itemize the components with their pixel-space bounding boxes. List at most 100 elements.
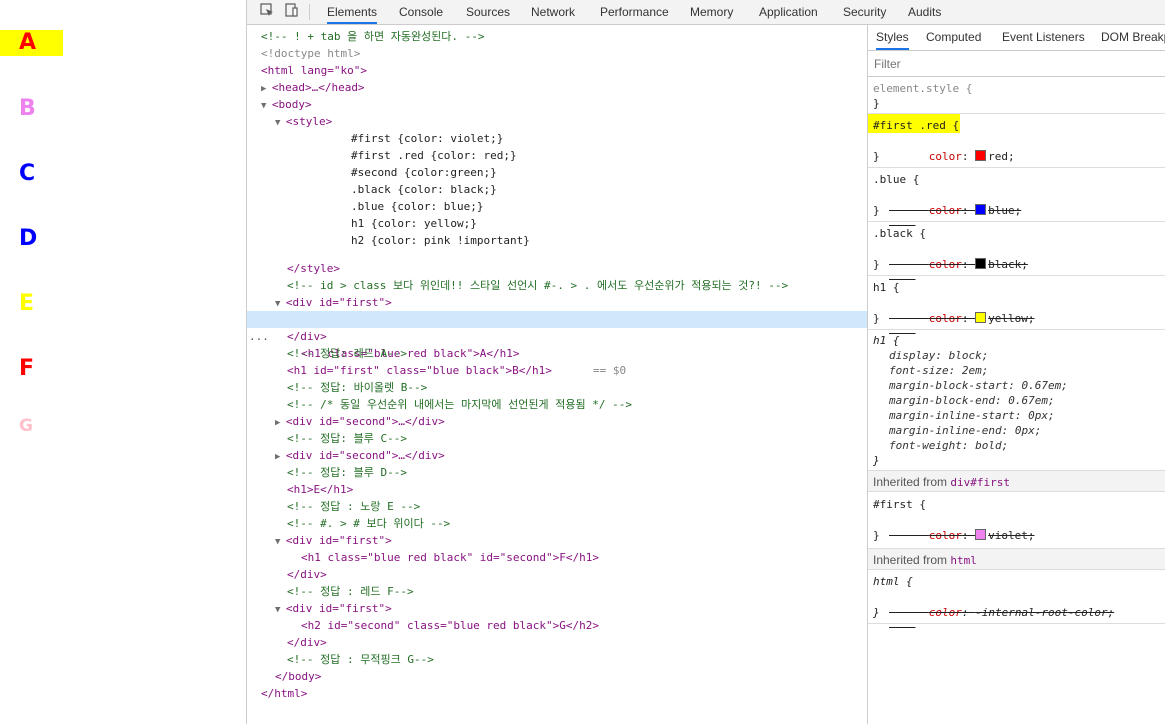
rule-close-brace: }: [873, 312, 880, 325]
element-style-selector[interactable]: element.style {: [873, 81, 972, 96]
tab-security[interactable]: Security: [843, 0, 886, 24]
rule-selector[interactable]: h1 {: [873, 280, 900, 295]
dom-node[interactable]: <html lang="ko">: [261, 62, 881, 79]
dom-node[interactable]: <!-- #. > # 보다 위이다 -->: [287, 515, 907, 532]
node-text: <div id="first">: [285, 296, 392, 309]
node-text: <style>: [285, 115, 333, 128]
node-text: <!-- 정답 : 레드 F-->: [287, 585, 414, 598]
dom-node[interactable]: <!-- 정답 : 무적핑크 G-->: [287, 651, 907, 668]
devtools-panel: Elements Console Sources Network Perform…: [246, 0, 1165, 724]
rule-separator: [868, 221, 1165, 222]
collapse-triangle-icon[interactable]: ▼: [275, 537, 286, 547]
dom-node[interactable]: </div>: [287, 566, 907, 583]
node-text: <h1>E</h1>: [287, 483, 354, 496]
rule-declaration-overridden[interactable]: color: yellow;: [889, 296, 1034, 341]
collapse-triangle-icon[interactable]: ▼: [275, 605, 286, 615]
node-text: </div>: [287, 636, 327, 649]
dom-node[interactable]: ▼ <body>: [261, 96, 881, 113]
rule-separator: [868, 275, 1165, 276]
dom-node[interactable]: <h2 id="second" class="blue red black">G…: [301, 617, 921, 634]
rule-selector[interactable]: #first {: [873, 497, 926, 512]
tab-performance[interactable]: Performance: [600, 0, 669, 24]
rule-selector[interactable]: .blue {: [873, 172, 919, 187]
dom-node[interactable]: ▶ <div id="second">…</div>: [275, 413, 895, 430]
ua-declaration-overridden: color: -internal-root-color;: [928, 606, 1115, 619]
dom-node[interactable]: <!-- ! + tab 을 하면 자동완성된다. -->: [261, 28, 881, 45]
color-swatch-icon[interactable]: [975, 258, 987, 269]
color-swatch-icon[interactable]: [975, 150, 987, 161]
tab-styles[interactable]: Styles: [876, 25, 909, 50]
property-value: violet;: [988, 529, 1035, 542]
expand-triangle-icon[interactable]: ▶: [261, 84, 272, 94]
inherited-section-header: Inherited from html: [868, 548, 1165, 570]
dom-node[interactable]: ▶ <head>…</head>: [261, 79, 881, 96]
dom-node[interactable]: ▼ <div id="first">: [275, 532, 895, 549]
tab-console[interactable]: Console: [399, 0, 443, 24]
tab-network[interactable]: Network: [531, 0, 575, 24]
tab-dom-breakpoints[interactable]: DOM Breakpoints: [1101, 25, 1165, 50]
device-toolbar-icon[interactable]: [283, 3, 299, 19]
inherited-element-link[interactable]: div#first: [950, 476, 1010, 489]
expand-triangle-icon[interactable]: ▶: [275, 452, 286, 462]
dom-node[interactable]: ▼ <div id="first">: [275, 294, 895, 311]
dom-node[interactable]: <!-- 정답 : 노랑 E -->: [287, 498, 907, 515]
tab-memory[interactable]: Memory: [690, 0, 733, 24]
dom-node[interactable]: </html>: [261, 685, 881, 702]
inherited-element-link[interactable]: html: [950, 554, 977, 567]
collapse-triangle-icon[interactable]: ▼: [261, 101, 272, 111]
selected-dom-node[interactable]: ... <h1 class="blue red black">A</h1> ==…: [247, 311, 867, 377]
dom-node[interactable]: <!-- /* 동일 우선순위 내에서는 마지막에 선언된게 적용됨 */ --…: [287, 396, 907, 413]
rule-close-brace: }: [873, 258, 880, 271]
tab-computed[interactable]: Computed: [926, 25, 981, 50]
dom-node[interactable]: <!-- 정답 : 레드 F-->: [287, 583, 907, 600]
color-swatch-icon[interactable]: [975, 312, 987, 323]
more-options-icon[interactable]: ...: [249, 328, 269, 345]
node-text: <!-- #. > # 보다 위이다 -->: [287, 517, 451, 530]
node-text: <html lang="ko">: [261, 64, 367, 77]
ua-declaration: margin-block-start: 0.67em;: [889, 379, 1068, 392]
property-value: red;: [988, 150, 1015, 163]
dom-node[interactable]: <!-- id > class 보다 위인데!! 스타일 선언시 #-. > .…: [287, 277, 907, 294]
collapse-triangle-icon[interactable]: ▼: [275, 118, 286, 128]
node-text: </div>: [287, 330, 327, 343]
dom-node[interactable]: ▼ <div id="first">: [275, 600, 895, 617]
dom-node[interactable]: <!doctype html>: [261, 45, 881, 62]
tab-elements[interactable]: Elements: [327, 0, 378, 24]
dom-node[interactable]: </div>: [287, 328, 907, 345]
color-swatch-icon[interactable]: [975, 204, 987, 215]
tab-sources[interactable]: Sources: [466, 0, 510, 24]
dom-node[interactable]: </div>: [287, 634, 907, 651]
styles-filter-input[interactable]: [872, 55, 1161, 73]
dom-node[interactable]: </style>: [287, 260, 907, 277]
dom-node[interactable]: ▶ <div id="second">…</div>: [275, 447, 895, 464]
property-value: yellow;: [988, 312, 1035, 325]
dom-node[interactable]: <!-- 정답: 바이올렛 B-->: [287, 379, 907, 396]
node-text: <!-- 정답: 레드 A-->: [287, 347, 407, 360]
property-name: color: [928, 529, 962, 542]
expand-triangle-icon[interactable]: ▶: [275, 418, 286, 428]
dom-node[interactable]: <h1>E</h1>: [287, 481, 907, 498]
dom-node[interactable]: <!-- 정답: 블루 C-->: [287, 430, 907, 447]
tab-event-listeners[interactable]: Event Listeners: [1002, 25, 1085, 50]
node-text: </div>: [287, 568, 327, 581]
rule-selector[interactable]: #first .red {: [873, 118, 959, 133]
dom-node[interactable]: ▼ <style>: [275, 113, 895, 130]
dom-node[interactable]: <h1 id="first" class="blue black">B</h1>: [287, 362, 907, 379]
collapse-triangle-icon[interactable]: ▼: [275, 299, 286, 309]
inspect-element-icon[interactable]: [259, 3, 275, 19]
dom-node[interactable]: <h1 class="blue red black" id="second">F…: [301, 549, 921, 566]
rule-declaration-overridden[interactable]: color: black;: [889, 242, 1028, 287]
rule-close-brace: }: [873, 529, 880, 542]
elements-tree: <!-- ! + tab 을 하면 자동완성된다. --> <!doctype …: [247, 25, 867, 724]
dom-node[interactable]: <!-- 정답: 레드 A-->: [287, 345, 907, 362]
tab-application[interactable]: Application: [759, 0, 818, 24]
dom-node[interactable]: </body>: [275, 668, 895, 685]
tab-audits[interactable]: Audits: [908, 0, 941, 24]
styles-tabbar: Styles Computed Event Listeners DOM Brea…: [868, 25, 1165, 51]
dom-node[interactable]: <!-- 정답: 블루 D-->: [287, 464, 907, 481]
rule-selector[interactable]: .black {: [873, 226, 926, 241]
inherited-label: Inherited from: [873, 475, 948, 489]
property-value: -internal-root-color;: [975, 606, 1115, 619]
heading-b: B: [19, 96, 36, 121]
color-swatch-icon[interactable]: [975, 529, 987, 540]
